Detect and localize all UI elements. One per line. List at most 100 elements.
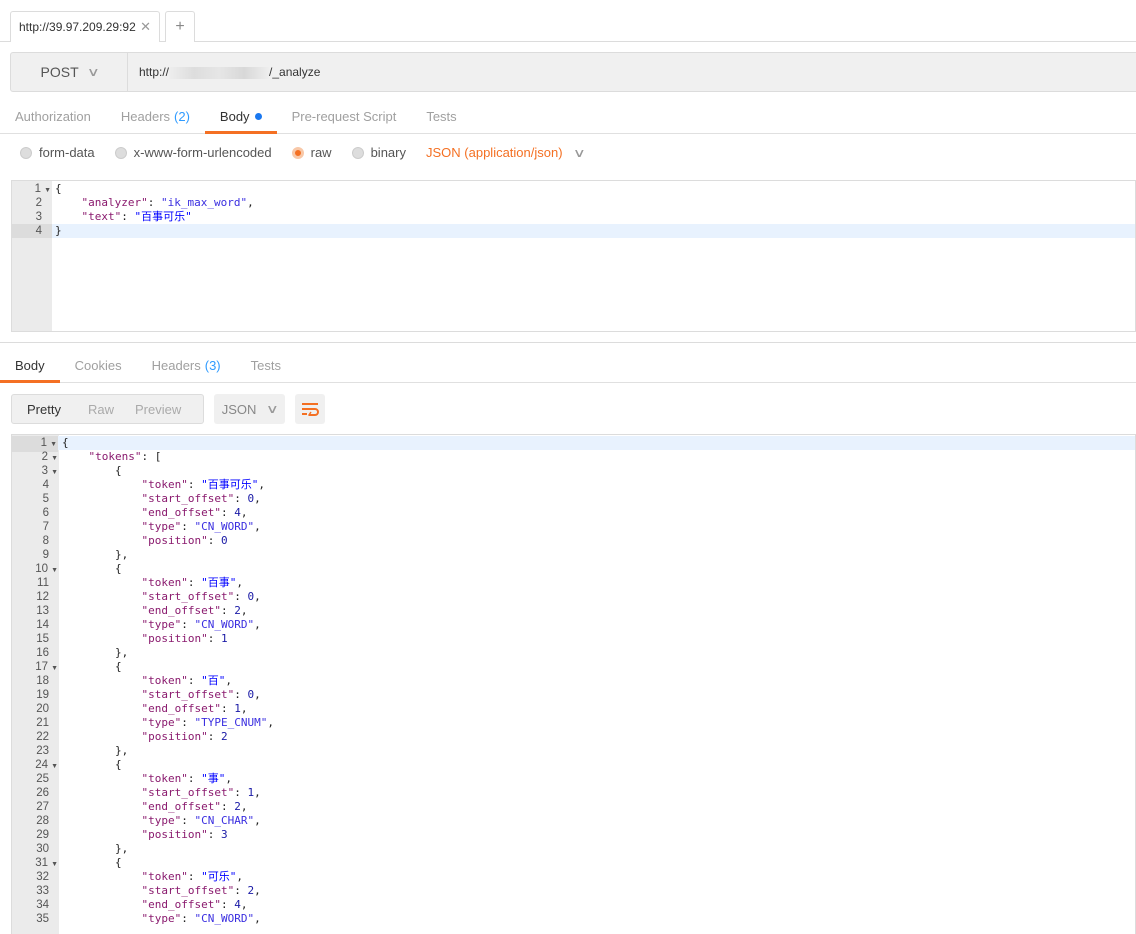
chevron-down-icon: ∨ <box>266 402 280 416</box>
json-string: "CN_WORD" <box>194 520 255 533</box>
view-pretty-button[interactable]: Pretty <box>12 402 61 417</box>
code-text: }, <box>62 646 128 660</box>
fold-arrow-icon[interactable]: ▼ <box>51 665 58 672</box>
response-format-select[interactable]: JSON ∨ <box>214 394 285 424</box>
fold-arrow-icon[interactable]: ▼ <box>51 763 58 770</box>
punct: : <box>181 814 188 827</box>
tab-cookies[interactable]: Cookies <box>60 349 137 382</box>
punct: , <box>254 618 261 631</box>
json-key: "start_offset" <box>141 590 235 603</box>
line-number: 4 <box>42 479 49 491</box>
radio-raw[interactable]: raw <box>291 145 332 160</box>
punct: , <box>240 604 248 617</box>
punct: : <box>181 716 188 729</box>
fold-arrow-icon[interactable]: ▼ <box>44 187 51 194</box>
line-number: 16 <box>36 647 49 659</box>
json-number: 1 <box>234 702 241 715</box>
code-text: "type": "CN_CHAR", <box>62 814 260 828</box>
url-prefix: http:// <box>139 65 170 79</box>
radio-form-data[interactable]: form-data <box>20 145 95 160</box>
tab-body[interactable]: Body <box>204 100 277 134</box>
json-string: "TYPE_CNUM" <box>194 716 268 729</box>
fold-arrow-icon[interactable]: ▼ <box>51 455 58 462</box>
code-text: "start_offset": 0, <box>62 688 261 702</box>
punct: : <box>181 912 188 925</box>
json-key: "position" <box>141 828 208 841</box>
line-number: 34 <box>36 899 49 911</box>
tab-authorization[interactable]: Authorization <box>0 100 106 133</box>
pane-divider[interactable] <box>0 342 1136 343</box>
punct <box>62 520 141 533</box>
line-number: 28 <box>36 815 49 827</box>
content-type-select[interactable]: JSON (application/json) ∨ <box>426 145 586 160</box>
json-string: "CN_WORD" <box>194 618 255 631</box>
code-text: "start_offset": 1, <box>62 786 261 800</box>
view-preview-button[interactable]: Preview <box>121 402 181 417</box>
punct <box>62 898 141 911</box>
fold-arrow-icon[interactable]: ▼ <box>51 861 58 868</box>
tab-pre-request-script[interactable]: Pre-request Script <box>277 100 412 133</box>
line-number: 5 <box>42 493 49 505</box>
json-string: "CN_WORD" <box>194 912 255 925</box>
punct <box>62 632 141 645</box>
punct <box>62 884 141 897</box>
punct: , <box>240 800 248 813</box>
request-tab[interactable]: http://39.97.209.29:92 ✕ <box>10 11 160 42</box>
punct: , <box>254 688 261 701</box>
punct <box>62 716 141 729</box>
punct <box>214 730 221 743</box>
view-raw-button[interactable]: Raw <box>68 402 114 417</box>
json-key: "end_offset" <box>141 506 221 519</box>
code-text: "position": 0 <box>62 534 227 548</box>
code-line: 3 "text": "百事可乐" <box>12 210 1135 224</box>
json-key: "type" <box>141 618 182 631</box>
tab-response-body[interactable]: Body <box>0 349 60 383</box>
request-tab-bar: http://39.97.209.29:92 ✕ + <box>0 0 1136 42</box>
url-suffix: /_analyze <box>269 65 321 79</box>
tab-response-headers[interactable]: Headers (3) <box>137 349 236 382</box>
method-select[interactable]: POST ∨ <box>11 53 128 91</box>
json-string: "可乐" <box>201 870 237 883</box>
tab-label: Cookies <box>74 358 122 373</box>
tab-headers[interactable]: Headers (2) <box>106 100 205 133</box>
tab-tests[interactable]: Tests <box>411 100 471 133</box>
punct: , <box>240 898 248 911</box>
fold-arrow-icon[interactable]: ▼ <box>50 441 57 448</box>
fold-arrow-icon[interactable]: ▼ <box>51 567 58 574</box>
punct: : <box>220 604 228 617</box>
punct: : <box>234 786 241 799</box>
json-key: "position" <box>141 730 208 743</box>
wrap-lines-icon <box>302 403 319 416</box>
format-label: JSON <box>221 401 257 417</box>
code-line: 16 }, <box>12 646 1135 660</box>
radio-label: x-www-form-urlencoded <box>133 145 272 160</box>
response-body-viewer[interactable]: 1 ▼{2 ▼ "tokens": [3 ▼ {4 "token": "百事可乐", 5… <box>11 434 1136 934</box>
headers-count: (2) <box>174 109 190 124</box>
code-text: "end_offset": 2, <box>62 800 247 814</box>
request-tabs: Authorization Headers (2) Body Pre-reques… <box>0 100 1136 134</box>
punct: , <box>236 576 243 589</box>
add-tab-button[interactable]: + <box>165 11 195 42</box>
punct <box>62 534 141 547</box>
json-key: "end_offset" <box>141 604 221 617</box>
code-line: 1 ▼{ <box>12 182 1135 196</box>
radio-urlencoded[interactable]: x-www-form-urlencoded <box>114 145 272 160</box>
close-icon[interactable]: ✕ <box>140 19 151 35</box>
url-input[interactable]: http:// /_analyze <box>139 65 320 79</box>
punct: [ <box>148 450 162 463</box>
code-line: 29 "position": 3 <box>12 828 1135 842</box>
line-number: 35 <box>36 913 49 925</box>
code-text: "end_offset": 4, <box>62 898 247 912</box>
json-key: "start_offset" <box>141 688 235 701</box>
code-line: 15 "position": 1 <box>12 632 1135 646</box>
wrap-lines-button[interactable] <box>295 394 325 424</box>
request-body-editor[interactable]: 1 ▼{2 "analyzer": "ik_max_word", 3 "text":… <box>11 180 1136 332</box>
radio-binary[interactable]: binary <box>351 145 406 160</box>
fold-arrow-icon[interactable]: ▼ <box>51 469 58 476</box>
chevron-down-icon: ∨ <box>572 145 586 160</box>
punct: , <box>254 786 261 799</box>
tab-response-tests[interactable]: Tests <box>236 349 296 382</box>
punct <box>55 210 82 223</box>
json-string: "百" <box>201 674 226 687</box>
punct: { <box>62 562 122 575</box>
